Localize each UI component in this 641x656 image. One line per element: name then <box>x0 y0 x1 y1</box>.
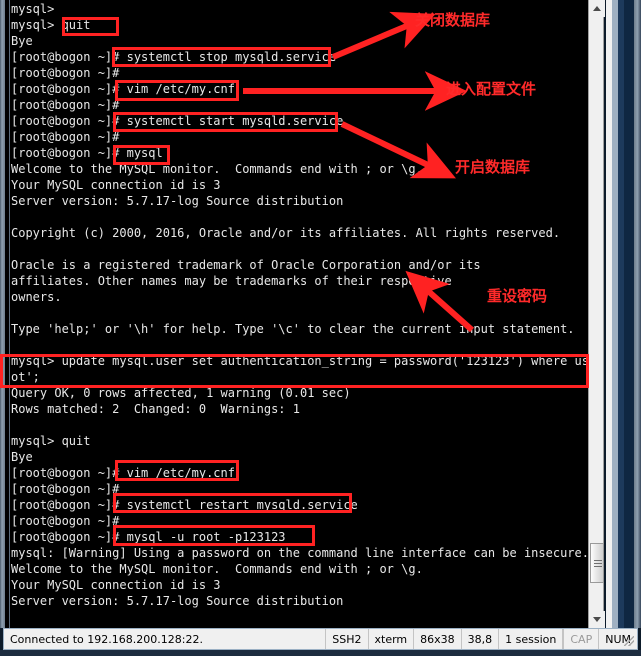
terminal-line: Type 'help;' or '\h' for help. Type '\c'… <box>11 322 575 336</box>
terminal-line: Bye <box>11 34 33 48</box>
status-protocol: SSH2 <box>326 629 369 649</box>
status-bar: Connected to 192.168.200.128:22. SSH2 xt… <box>3 628 638 650</box>
terminal-line: [root@bogon ~]# <box>11 482 120 496</box>
scroll-up-arrow-icon[interactable] <box>589 0 605 17</box>
terminal-line: Rows matched: 2 Changed: 0 Warnings: 1 <box>11 402 300 416</box>
terminal-line: [root@bogon ~]# mysql <box>11 146 163 160</box>
terminal-line: Query OK, 0 rows affected, 1 warning (0.… <box>11 386 351 400</box>
scrollbar-thumb[interactable] <box>590 543 604 583</box>
terminal-line: owners. <box>11 290 62 304</box>
scroll-down-arrow-icon[interactable] <box>589 611 605 628</box>
terminal-line: affiliates. Other names may be trademark… <box>11 274 452 288</box>
status-session-count: 1 session <box>499 629 564 649</box>
scrollbar-grip-icon <box>594 560 602 567</box>
terminal-line: Server version: 5.7.17-log Source distri… <box>11 194 344 208</box>
terminal-line: mysql: [Warning] Using a password on the… <box>11 546 588 560</box>
terminal-line: Welcome to the MySQL monitor. Commands e… <box>11 562 423 576</box>
status-connection: Connected to 192.168.200.128:22. <box>4 629 327 649</box>
terminal-screen[interactable]: mysql> mysql> quit Bye [root@bogon ~]# syst… <box>5 0 588 628</box>
terminal-line: [root@bogon ~]# systemctl stop mysqld.se… <box>11 50 337 64</box>
ssh-client-window: mysql> mysql> quit Bye [root@bogon ~]# syst… <box>0 0 641 656</box>
terminal-line: [root@bogon ~]# <box>11 98 120 112</box>
terminal-line: Copyright (c) 2000, 2016, Oracle and/or … <box>11 226 561 240</box>
terminal-line: [root@bogon ~]# systemctl restart mysqld… <box>11 498 358 512</box>
status-caps-lock-text: CAP <box>570 632 593 646</box>
status-screen-size: 86x38 <box>414 629 462 649</box>
window-frame-bottom <box>0 650 641 656</box>
window-right-strip <box>606 0 634 628</box>
terminal-line: [root@bogon ~]# <box>11 130 120 144</box>
terminal-line: [root@bogon ~]# <box>11 66 120 80</box>
terminal-line: [root@bogon ~]# vim /etc/my.cnf <box>11 466 235 480</box>
status-emulation: xterm <box>369 629 415 649</box>
status-protocol-text: SSH2 <box>332 632 362 646</box>
terminal-line: Bye <box>11 450 33 464</box>
resize-grip-icon[interactable] <box>624 636 634 646</box>
terminal-gutter <box>5 0 10 628</box>
terminal-output: mysql> mysql> quit Bye [root@bogon ~]# syst… <box>11 1 588 628</box>
window-frame-right <box>634 0 641 628</box>
terminal-line: [root@bogon ~]# systemctl start mysqld.s… <box>11 114 344 128</box>
terminal-scrollbar[interactable] <box>588 0 605 628</box>
terminal-line: Oracle is a registered trademark of Orac… <box>11 258 481 272</box>
status-screen-size-text: 86x38 <box>420 632 455 646</box>
status-emulation-text: xterm <box>374 632 408 646</box>
terminal-line: Your MySQL connection id is 3 <box>11 578 221 592</box>
terminal-line: [root@bogon ~]# <box>11 514 120 528</box>
terminal-line: mysql> quit <box>11 18 91 32</box>
terminal-line: [root@bogon ~]# vim /etc/my.cnf <box>11 82 235 96</box>
status-cursor-position: 38,8 <box>462 629 500 649</box>
terminal-line: ot'; <box>11 370 40 384</box>
status-connection-text: Connected to 192.168.200.128:22. <box>10 632 203 646</box>
terminal-line: Your MySQL connection id is 3 <box>11 178 221 192</box>
terminal-line: Server version: 5.7.17-log Source distri… <box>11 594 344 608</box>
status-session-count-text: 1 session <box>505 632 557 646</box>
terminal-line: mysql> update mysql.user set authenticat… <box>11 354 588 368</box>
terminal-line: mysql> quit <box>11 434 91 448</box>
status-cursor-position-text: 38,8 <box>467 632 493 646</box>
status-caps-lock: CAP <box>564 629 600 649</box>
terminal-line: mysql> <box>11 2 55 16</box>
terminal-line: [root@bogon ~]# mysql -u root -p123123 <box>11 530 286 544</box>
terminal-line: Welcome to the MySQL monitor. Commands e… <box>11 162 423 176</box>
